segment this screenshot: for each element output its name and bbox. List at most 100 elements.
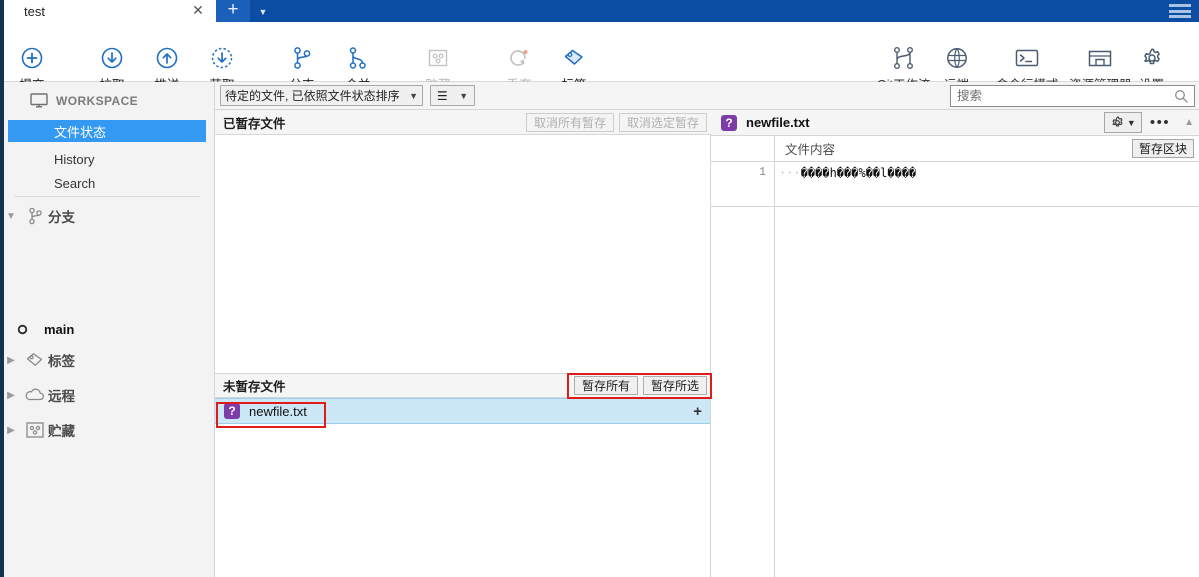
- gear-settings-icon: [1140, 46, 1164, 70]
- stage-all-button[interactable]: 暂存所有: [573, 376, 638, 395]
- cloud-icon: [22, 387, 48, 403]
- diff-line-text: ����h���%��l����: [800, 166, 917, 180]
- diff-settings-dropdown[interactable]: ▼: [1103, 112, 1142, 133]
- unstaged-files-list[interactable]: ? newfile.txt +: [215, 398, 711, 577]
- staged-files-list[interactable]: [215, 135, 711, 373]
- discard-refresh-icon: [507, 46, 531, 70]
- gear-icon: [1110, 115, 1125, 130]
- window-left-edge: [0, 0, 4, 577]
- sidebar-group-label: 分支: [48, 210, 75, 225]
- list-item[interactable]: ? newfile.txt +: [215, 398, 710, 424]
- file-filter-dropdown[interactable]: 待定的文件, 已依照文件状态排序 ▼: [220, 85, 423, 106]
- file-status-badge: ?: [721, 114, 737, 131]
- gitflow-icon: [891, 46, 917, 70]
- sidebar-group-stashes[interactable]: ▶ 贮藏: [0, 417, 215, 443]
- sidebar-group-label: 标签: [48, 354, 75, 369]
- search-input[interactable]: [957, 89, 1174, 103]
- new-tab-button[interactable]: +: [216, 0, 250, 22]
- menu-line: [1169, 9, 1191, 13]
- tag-icon: [562, 46, 586, 70]
- commit-plus-circle-icon: [21, 46, 43, 70]
- sidebar-item-history[interactable]: History: [8, 148, 206, 170]
- sidebar-group-tags[interactable]: ▶ 标签: [0, 347, 215, 373]
- staged-files-header: 已暂存文件 取消所有暂存 取消选定暂存: [215, 110, 711, 135]
- unstaged-files-title: 未暂存文件: [223, 380, 286, 394]
- diff-panel-header: ? newfile.txt ▼ ••• ▲: [711, 110, 1199, 136]
- close-icon[interactable]: ✕: [190, 3, 206, 19]
- sidebar-group-label: 远程: [48, 389, 75, 404]
- unstage-all-button[interactable]: 取消所有暂存: [525, 112, 614, 132]
- fetch-dashed-circle-icon: [211, 46, 233, 70]
- monitor-icon: [30, 93, 48, 108]
- tab-label: test: [24, 3, 45, 19]
- diff-line-row: 1 ···����h���%��l����: [711, 162, 1199, 207]
- diff-line-number: 1: [711, 162, 775, 206]
- sidebar-item-label: 文件状态: [54, 124, 107, 140]
- ellipsis-icon[interactable]: •••: [1150, 114, 1170, 131]
- file-name: newfile.txt: [249, 403, 307, 419]
- main-toolbar: 提交 拉取 推送 获取 分支: [0, 22, 1199, 92]
- diff-gutter-spacer: [711, 135, 775, 162]
- branch-dot-icon: [0, 324, 44, 335]
- chevron-down-icon: ▼: [258, 7, 268, 17]
- sidebar-branch-label: main: [44, 321, 75, 337]
- menu-line: [1169, 4, 1191, 7]
- repo-tab-test[interactable]: test ✕: [4, 0, 216, 22]
- unstaged-actions: 暂存所有 暂存所选: [573, 376, 707, 395]
- diff-line-content[interactable]: ···����h���%��l����: [775, 162, 916, 206]
- sourcetree-window: test ✕ + ▼ 提交 拉取: [0, 0, 1199, 577]
- merge-icon: [347, 46, 369, 70]
- list-lines-icon: ☰: [436, 88, 448, 103]
- branch-icon: [291, 46, 313, 70]
- diff-empty-area: [711, 207, 1199, 577]
- sidebar-item-label: History: [54, 151, 95, 167]
- branch-icon: [22, 207, 48, 225]
- chevron-down-icon: ▼: [459, 90, 469, 101]
- sidebar-item-file-status[interactable]: 文件状态: [8, 120, 206, 142]
- sidebar-group-branches[interactable]: ▼ 分支: [0, 203, 215, 229]
- diff-gutter-line: [711, 207, 775, 577]
- sidebar-branch-main[interactable]: main: [0, 318, 215, 340]
- sidebar: WORKSPACE 文件状态 History Search ▼ 分支 main …: [0, 82, 215, 577]
- title-bar: test ✕ + ▼: [0, 0, 1199, 22]
- search-icon[interactable]: [1174, 89, 1188, 103]
- unstage-selected-button[interactable]: 取消选定暂存: [618, 112, 707, 132]
- search-box[interactable]: [950, 85, 1195, 107]
- stage-selected-button[interactable]: 暂存所选: [642, 376, 707, 395]
- chevron-up-icon[interactable]: ▲: [1184, 117, 1194, 128]
- pull-down-arrow-circle-icon: [101, 46, 123, 70]
- file-filter-value: 待定的文件, 已依照文件状态排序: [225, 89, 400, 103]
- menu-line: [1169, 15, 1191, 18]
- terminal-icon: [1014, 46, 1040, 70]
- diff-line-leading: ···: [779, 166, 801, 180]
- diff-content-label: 文件内容: [785, 143, 836, 157]
- stash-box-icon: [22, 421, 48, 439]
- push-up-arrow-circle-icon: [156, 46, 178, 70]
- sidebar-group-remotes[interactable]: ▶ 远程: [0, 382, 215, 408]
- explorer-folder-icon: [1087, 46, 1113, 70]
- staged-actions: 取消所有暂存 取消选定暂存: [525, 112, 707, 132]
- file-status-badge: ?: [224, 403, 240, 419]
- stage-hunk-button[interactable]: 暂存区块: [1131, 139, 1194, 158]
- globe-remote-icon: [945, 46, 969, 70]
- sidebar-workspace-header: WORKSPACE: [30, 93, 138, 108]
- diff-file-name: newfile.txt: [746, 115, 810, 130]
- hamburger-menu-icon[interactable]: [1169, 4, 1191, 18]
- tag-icon: [22, 351, 48, 369]
- sidebar-workspace-label: WORKSPACE: [56, 93, 139, 108]
- stash-box-icon: [427, 46, 449, 70]
- sidebar-item-search[interactable]: Search: [8, 172, 206, 194]
- filter-bar: 待定的文件, 已依照文件状态排序 ▼ ☰ ▼: [215, 82, 1199, 110]
- tab-dropdown-button[interactable]: ▼: [250, 0, 276, 22]
- staged-files-title: 已暂存文件: [223, 116, 286, 131]
- chevron-down-icon: ▼: [1126, 117, 1136, 128]
- unstaged-files-header: 未暂存文件 暂存所有 暂存所选: [215, 373, 711, 398]
- chevron-down-icon: ▼: [409, 90, 418, 101]
- sidebar-group-label: 贮藏: [48, 424, 75, 439]
- sidebar-divider: [14, 196, 200, 197]
- sidebar-item-label: Search: [54, 175, 96, 191]
- diff-content-subheader: 文件内容 暂存区块: [711, 135, 1199, 162]
- plus-icon: +: [227, 0, 239, 20]
- plus-icon[interactable]: +: [693, 403, 702, 420]
- view-mode-dropdown[interactable]: ☰ ▼: [430, 85, 475, 106]
